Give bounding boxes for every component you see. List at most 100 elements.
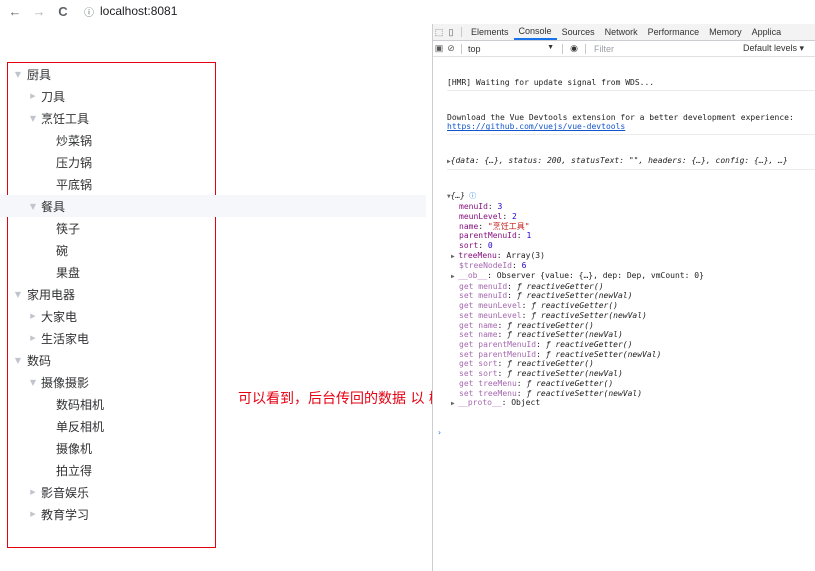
caret-right-icon[interactable]: ▶ bbox=[28, 312, 38, 320]
console-message: Download the Vue Devtools extension for … bbox=[447, 111, 815, 135]
object-property: set meunLevel: ƒ reactiveSetter(newVal) bbox=[447, 311, 815, 321]
tree-node[interactable]: 炒菜锅 bbox=[0, 129, 426, 151]
property-value: ƒ reactiveGetter() bbox=[516, 281, 604, 291]
divider bbox=[461, 27, 462, 37]
tab-elements[interactable]: Elements bbox=[466, 27, 514, 37]
tree-node[interactable]: ▶ 刀具 bbox=[0, 85, 426, 107]
console-message[interactable]: ▶{data: {…}, status: 200, statusText: ""… bbox=[447, 154, 815, 171]
caret-right-icon[interactable]: ▶ bbox=[28, 92, 38, 100]
object-property[interactable]: ▶ treeMenu: Array(3) bbox=[447, 251, 815, 262]
property-key: get sort bbox=[459, 359, 498, 369]
caret-right-icon[interactable]: ▶ bbox=[28, 334, 38, 342]
tree-node[interactable]: ▶ 大家电 bbox=[0, 305, 426, 327]
tab-network[interactable]: Network bbox=[600, 27, 643, 37]
tab-memory[interactable]: Memory bbox=[704, 27, 747, 37]
property-value: 0 bbox=[487, 240, 493, 250]
tree-node[interactable]: ▶ 教育学习 bbox=[0, 503, 426, 525]
caret-right-icon[interactable]: ▶ bbox=[28, 510, 38, 518]
tree-node[interactable]: 筷子 bbox=[0, 217, 426, 239]
property-key: name bbox=[459, 221, 479, 231]
tree-node[interactable]: ▼ 烹饪工具 bbox=[0, 107, 426, 129]
divider bbox=[585, 43, 586, 54]
tree-node[interactable]: 单反相机 bbox=[0, 415, 426, 437]
tab-performance[interactable]: Performance bbox=[643, 27, 705, 37]
site-info-icon[interactable]: ⓘ bbox=[84, 4, 94, 19]
caret-down-icon[interactable]: ▼ bbox=[13, 290, 23, 299]
property-key: get meunLevel bbox=[459, 301, 522, 311]
clear-console-icon[interactable]: ⊘ bbox=[445, 43, 457, 54]
object-property: set treeMenu: ƒ reactiveSetter(newVal) bbox=[447, 389, 815, 399]
console-output: [HMR] Waiting for update signal from WDS… bbox=[433, 57, 815, 457]
dropdown-arrow-icon: ▼ bbox=[547, 43, 554, 51]
property-colon: : bbox=[478, 221, 488, 231]
tab-sources[interactable]: Sources bbox=[557, 27, 600, 37]
log-levels-select[interactable]: Default levels ▾ bbox=[743, 43, 804, 54]
tree-node[interactable]: 压力锅 bbox=[0, 151, 426, 173]
tree-node[interactable]: 平底锅 bbox=[0, 173, 426, 195]
caret-down-icon[interactable]: ▼ bbox=[28, 202, 38, 211]
tree-node[interactable]: 拍立得 bbox=[0, 459, 426, 481]
property-key: __proto__ bbox=[458, 398, 502, 408]
property-key: set menuId bbox=[459, 291, 508, 301]
tree-node-label: 生活家电 bbox=[41, 331, 90, 346]
object-property: get parentMenuId: ƒ reactiveGetter() bbox=[447, 340, 815, 350]
console-filter-input[interactable]: Filter bbox=[594, 44, 728, 54]
device-toolbar-icon[interactable]: ▯ bbox=[445, 27, 457, 38]
tree-node-label: 数码 bbox=[27, 353, 52, 368]
context-select[interactable]: top ▼ bbox=[468, 44, 558, 54]
property-value: ƒ reactiveGetter() bbox=[526, 378, 614, 388]
vue-devtools-link[interactable]: https://github.com/vuejs/vue-devtools bbox=[447, 122, 625, 131]
tree-node-label: 炒菜锅 bbox=[56, 133, 93, 148]
response-object-preview[interactable]: {data: {…}, status: 200, statusText: "",… bbox=[451, 156, 788, 165]
object-property[interactable]: ▶ __ob__: Observer {value: {…}, dep: Dep… bbox=[447, 271, 815, 282]
tree-node[interactable]: ▶ 影音娱乐 bbox=[0, 481, 426, 503]
caret-right-icon[interactable]: ▶ bbox=[28, 488, 38, 496]
address-bar-url[interactable]: localhost:8081 bbox=[100, 4, 177, 18]
caret-down-icon[interactable]: ▼ bbox=[13, 356, 23, 365]
divider bbox=[461, 43, 462, 54]
property-key: sort bbox=[459, 240, 479, 250]
property-colon: : bbox=[497, 369, 508, 379]
console-prompt-icon[interactable]: › bbox=[437, 428, 815, 438]
tree-node[interactable]: 摄像机 bbox=[0, 437, 426, 459]
back-arrow-icon[interactable]: ← bbox=[6, 4, 24, 19]
tab-application[interactable]: Applica bbox=[747, 27, 787, 37]
reload-icon[interactable]: C bbox=[54, 4, 72, 19]
property-value: ƒ reactiveSetter(newVal) bbox=[516, 291, 633, 301]
property-key: treeMenu bbox=[458, 250, 497, 260]
tree-node[interactable]: ▼ 厨具 bbox=[0, 63, 426, 85]
divider bbox=[562, 43, 563, 54]
tree-node-label: 拍立得 bbox=[56, 463, 93, 478]
inspect-element-icon[interactable]: ⬚ bbox=[433, 27, 445, 38]
console-message-text: Download the Vue Devtools extension for … bbox=[447, 112, 794, 122]
object-header[interactable]: {…} bbox=[451, 191, 465, 200]
property-colon: : bbox=[516, 231, 527, 241]
forward-arrow-icon[interactable]: → bbox=[30, 4, 48, 19]
caret-down-icon[interactable]: ▼ bbox=[28, 378, 38, 387]
property-colon: : bbox=[497, 359, 508, 369]
expanded-object: ▼{…} ⓘ menuId: 3 meunLevel: 2 name: "烹饪工具" p… bbox=[447, 189, 815, 408]
object-property: get name: ƒ reactiveGetter() bbox=[447, 321, 815, 331]
property-colon: : bbox=[478, 240, 488, 250]
object-property[interactable]: ▶ __proto__: Object bbox=[447, 398, 815, 409]
tree-node-label: 教育学习 bbox=[41, 507, 90, 522]
caret-down-icon[interactable]: ▼ bbox=[13, 70, 23, 79]
tab-console[interactable]: Console bbox=[513, 24, 557, 40]
object-property: meunLevel: 2 bbox=[447, 212, 815, 222]
tree-node[interactable]: ▼ 餐具 bbox=[0, 195, 426, 217]
eye-icon[interactable]: ◉ bbox=[567, 43, 581, 54]
tree-node[interactable]: 碗 bbox=[0, 239, 426, 261]
show-sidebar-icon[interactable]: ▣ bbox=[433, 43, 445, 54]
property-value: ƒ reactiveGetter() bbox=[507, 320, 594, 330]
object-property: set parentMenuId: ƒ reactiveSetter(newVa… bbox=[447, 350, 815, 360]
tree-node[interactable]: ▼ 数码 bbox=[0, 349, 426, 371]
property-colon: : bbox=[497, 320, 508, 330]
tree-node[interactable]: 果盘 bbox=[0, 261, 426, 283]
tree-node[interactable]: ▼ 家用电器 bbox=[0, 283, 426, 305]
property-key: get treeMenu bbox=[459, 378, 517, 388]
property-colon: : bbox=[516, 378, 527, 388]
tree-node[interactable]: ▶ 生活家电 bbox=[0, 327, 426, 349]
property-key: set parentMenuId bbox=[459, 349, 537, 359]
property-key: get menuId bbox=[459, 281, 508, 291]
caret-down-icon[interactable]: ▼ bbox=[28, 114, 38, 123]
